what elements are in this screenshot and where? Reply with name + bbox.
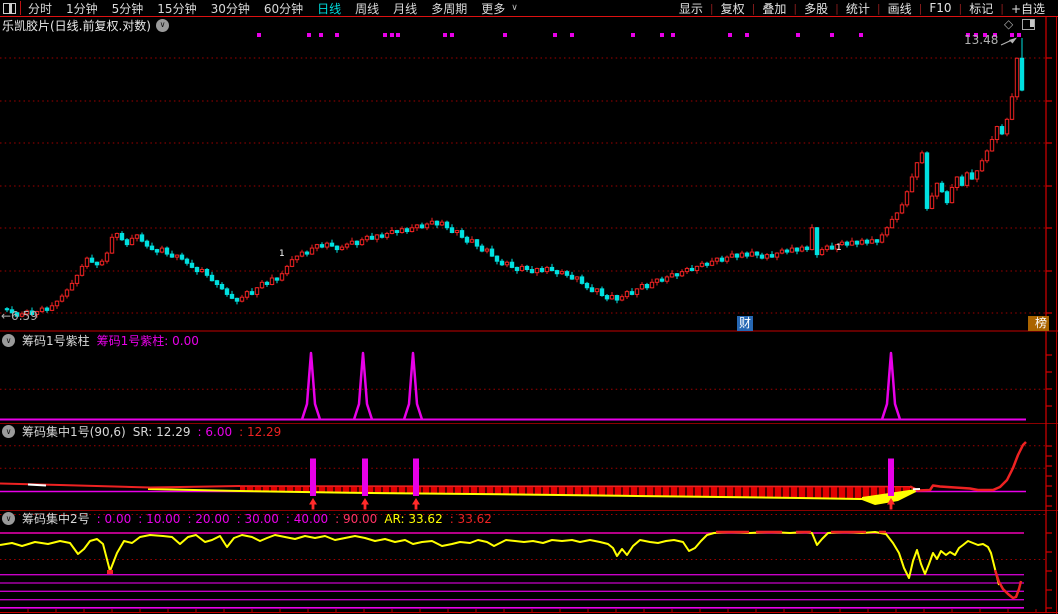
marker-dots — [257, 33, 1021, 37]
menu-item-60分钟[interactable]: 60分钟 — [264, 0, 303, 17]
menu-item-叠加[interactable]: 叠加 — [755, 0, 793, 17]
stock-title[interactable]: 乐凯胶片(日线.前复权.对数) — [2, 17, 151, 34]
indicator-value-label: : 6.00 — [198, 425, 233, 439]
menu-item-更多[interactable]: 更多 — [481, 0, 505, 17]
svg-text:1: 1 — [836, 243, 842, 253]
menu-item-复权[interactable]: 复权 — [714, 0, 752, 17]
menu-item-30分钟[interactable]: 30分钟 — [211, 0, 250, 17]
chevron-down-icon[interactable]: ∨ — [156, 19, 169, 32]
menu-item-F10[interactable]: F10 — [922, 1, 958, 15]
panel2-band-indicator — [0, 442, 1026, 505]
diamond-icon[interactable]: ◇ — [1004, 18, 1013, 30]
indicator-value-label: 筹码1号紫柱 — [22, 332, 90, 349]
window-icon[interactable] — [1022, 19, 1035, 30]
app-window: 1 1 分时 1分钟 5分钟 15分钟 30分钟 60分钟日线周线月线多周期更多 ∨ 显示|复… — [0, 0, 1058, 614]
finance-badge[interactable]: 财 — [737, 316, 753, 331]
menu-item-月线[interactable]: 月线 — [393, 0, 417, 17]
title-bar-icons: ◇ — [1004, 18, 1035, 30]
indicator-value-label: SR: 12.29 — [133, 425, 191, 439]
indicator-value-label: : 20.00 — [187, 512, 229, 526]
candlestick-series — [5, 38, 1023, 318]
menu-item-+自选[interactable]: +自选 — [1004, 0, 1052, 17]
price-low-label: ←6.59 — [1, 309, 38, 323]
indicator-value-label: : 40.00 — [286, 512, 328, 526]
indicator-value-label: : 30.00 — [237, 512, 279, 526]
high-annotation-arrow — [1001, 38, 1017, 46]
menu-item-画线[interactable]: 画线 — [881, 0, 919, 17]
layout-icon[interactable] — [3, 3, 16, 14]
menu-item-多周期[interactable]: 多周期 — [431, 0, 467, 17]
indicator-value-label: : 12.29 — [239, 425, 281, 439]
menu-item-多股[interactable]: 多股 — [797, 0, 835, 17]
panel2-header[interactable]: ∨ 筹码集中1号(90,6) SR: 12.29 : 6.00 : 12.29 — [2, 424, 281, 439]
svg-text:1: 1 — [279, 249, 285, 259]
chevron-down-icon[interactable]: ∨ — [2, 425, 15, 438]
period-menu: 分时 1分钟 5分钟 15分钟 30分钟 60分钟日线周线月线多周期更多 ∨ — [28, 0, 518, 17]
panel2-up-arrow-icons — [309, 498, 895, 510]
indicator-value-label: 筹码集中1号(90,6) — [22, 423, 126, 440]
indicator-value-label: : 90.00 — [335, 512, 377, 526]
menu-item-分时[interactable]: 分时 — [28, 0, 52, 17]
panel1-spike-indicator — [0, 353, 1026, 420]
panel-separators — [0, 331, 1058, 613]
menu-item-1分钟[interactable]: 1分钟 — [66, 0, 98, 17]
price-high-label: 13.48 — [964, 33, 998, 47]
panel3-header[interactable]: ∨ 筹码集中2号 : 0.00 : 10.00 : 20.00 : 30.00 : 40.0… — [2, 511, 492, 526]
panel3-ar-indicator — [0, 532, 1024, 608]
chevron-down-icon[interactable]: ∨ — [2, 334, 15, 347]
menu-item-标记[interactable]: 标记 — [962, 0, 1000, 17]
menu-item-统计[interactable]: 统计 — [839, 0, 877, 17]
title-bar: 乐凯胶片(日线.前复权.对数) ∨ — [2, 17, 169, 33]
chevron-down-icon[interactable]: ∨ — [2, 512, 15, 525]
indicator-value-label: : 10.00 — [138, 512, 180, 526]
menu-item-日线[interactable]: 日线 — [317, 0, 341, 17]
more-chevron-icon[interactable]: ∨ — [511, 3, 518, 13]
menu-item-周线[interactable]: 周线 — [355, 0, 379, 17]
tools-menu: 显示|复权|叠加|多股|统计|画线|F10|标记|+自选 — [672, 0, 1052, 17]
panel1-header[interactable]: ∨ 筹码1号紫柱筹码1号紫柱: 0.00 — [2, 333, 199, 348]
indicator-value-label: : 0.00 — [97, 512, 132, 526]
menu-item-15分钟[interactable]: 15分钟 — [157, 0, 196, 17]
menu-item-5分钟[interactable]: 5分钟 — [112, 0, 144, 17]
right-axis — [1046, 0, 1057, 614]
indicator-value-label: 筹码1号紫柱: 0.00 — [97, 332, 199, 349]
menu-divider — [20, 1, 21, 15]
indicator-value-label: 筹码集中2号 — [22, 510, 90, 527]
indicator-value-label: : 33.62 — [450, 512, 492, 526]
menu-bar: 分时 1分钟 5分钟 15分钟 30分钟 60分钟日线周线月线多周期更多 ∨ 显示|复权|叠… — [0, 0, 1058, 17]
menu-item-显示[interactable]: 显示 — [672, 0, 710, 17]
rank-badge[interactable]: 榜 — [1033, 316, 1049, 331]
indicator-value-label: AR: 33.62 — [384, 512, 442, 526]
